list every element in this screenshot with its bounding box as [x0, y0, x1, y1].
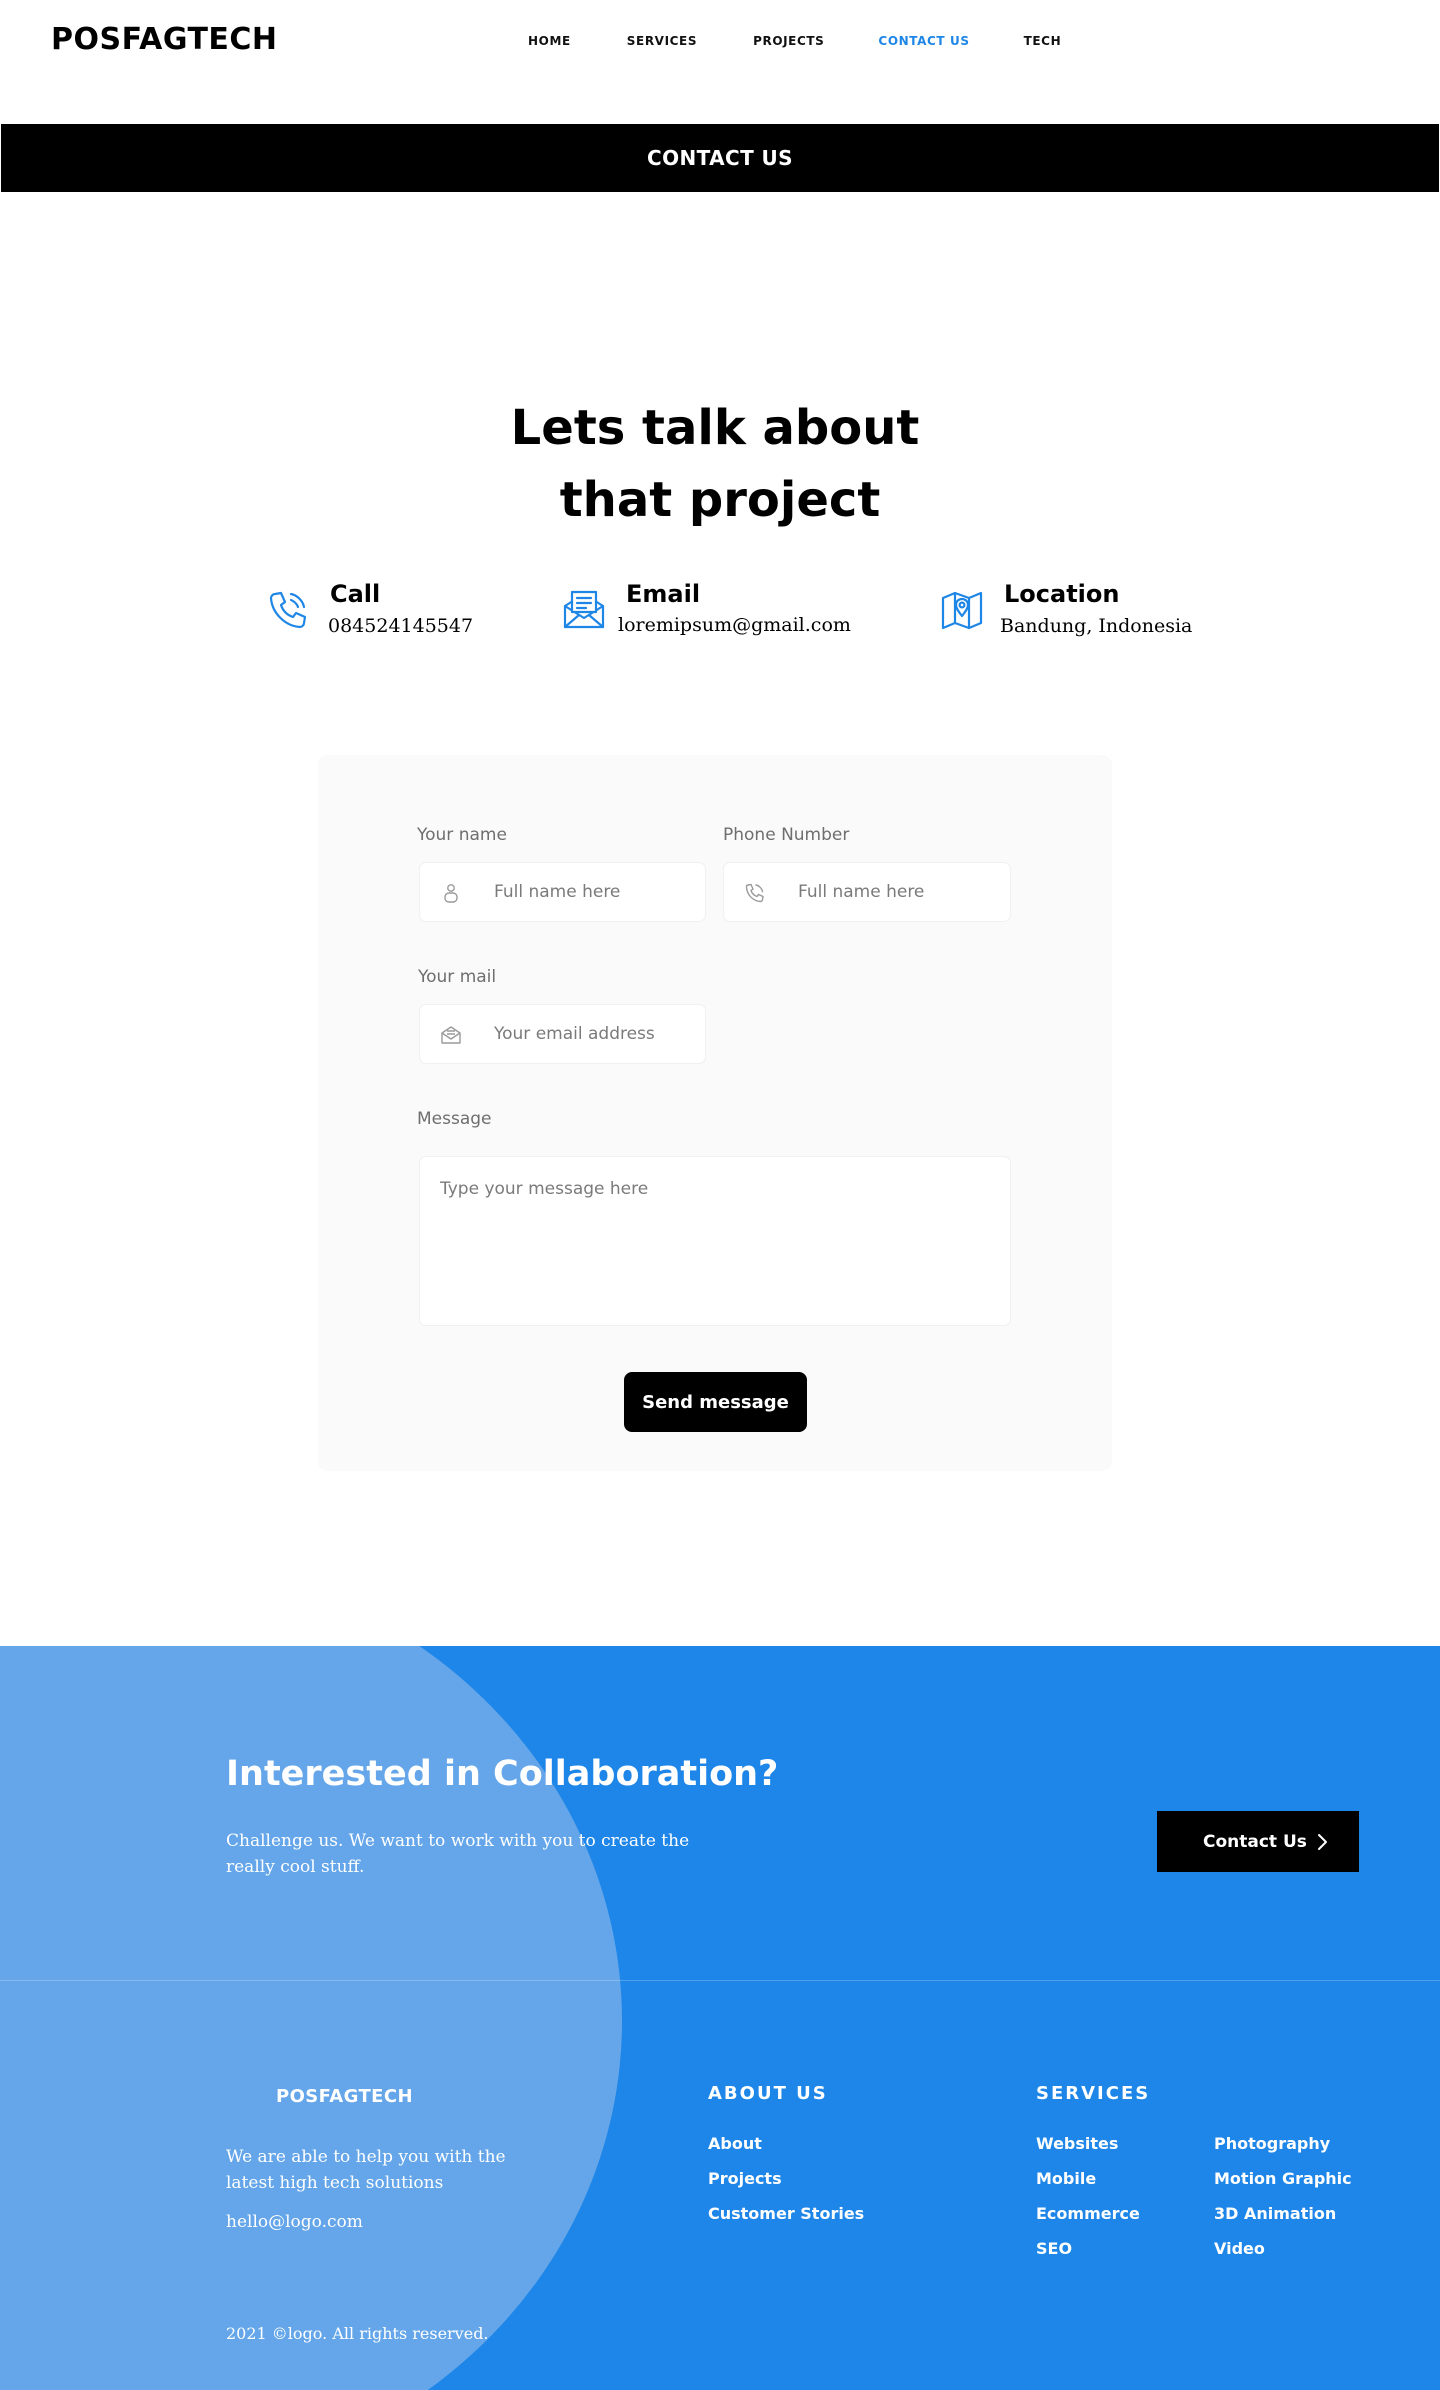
footer-link-projects[interactable]: Projects — [708, 2169, 782, 2188]
phone-field[interactable] — [724, 863, 1010, 921]
contact-us-button-label: Contact Us — [1203, 1831, 1307, 1852]
send-message-button[interactable]: Send message — [624, 1372, 807, 1432]
site-logo[interactable]: POSFAGTECH — [51, 22, 278, 57]
name-field-label: Your name — [417, 825, 507, 845]
page-title: Lets talk about that project — [0, 392, 1440, 536]
mail-icon — [441, 1026, 461, 1044]
footer-link-websites[interactable]: Websites — [1036, 2134, 1118, 2153]
footer-link-photography[interactable]: Photography — [1214, 2134, 1330, 2153]
phone-field-label: Phone Number — [723, 825, 850, 845]
name-field[interactable] — [420, 863, 705, 921]
mail-field-label: Your mail — [418, 967, 497, 987]
page-banner: CONTACT US — [1, 124, 1439, 192]
phone-input[interactable] — [798, 863, 998, 921]
message-field-label: Message — [417, 1109, 492, 1129]
collab-title: Interested in Collaboration? — [226, 1754, 779, 1794]
footer-copyright: 2021 ©logo. All rights reserved. — [226, 2324, 489, 2343]
message-field[interactable] — [420, 1157, 1010, 1325]
collab-text: Challenge us. We want to work with you t… — [226, 1831, 690, 1877]
footer-link-seo[interactable]: SEO — [1036, 2239, 1072, 2258]
nav-services[interactable]: SERVICES — [627, 34, 697, 48]
footer-link-about[interactable]: About — [708, 2134, 762, 2153]
call-value: 084524145547 — [328, 615, 474, 637]
email-label: Email — [626, 580, 701, 608]
name-input[interactable] — [494, 863, 694, 921]
message-textarea[interactable] — [420, 1157, 1010, 1325]
contact-us-button[interactable]: Contact Us — [1157, 1811, 1359, 1872]
mail-icon — [563, 590, 605, 629]
main-nav: HOME SERVICES PROJECTS CONTACT US TECH — [528, 34, 1061, 48]
chevron-right-icon — [1318, 1834, 1327, 1850]
mail-input[interactable] — [494, 1005, 694, 1063]
banner-title: CONTACT US — [647, 146, 793, 170]
footer-link-mobile[interactable]: Mobile — [1036, 2169, 1096, 2188]
footer-divider — [0, 1980, 1440, 1981]
email-value[interactable]: loremipsum@gmail.com — [618, 614, 851, 636]
footer-link-motion-graphic[interactable]: Motion Graphic — [1214, 2169, 1352, 2188]
nav-contact-us[interactable]: CONTACT US — [878, 34, 969, 48]
location-value: Bandung, Indonesia — [1000, 615, 1193, 637]
footer-services-heading: SERVICES — [1036, 2083, 1151, 2104]
footer-link-3d-animation[interactable]: 3D Animation — [1214, 2204, 1336, 2223]
footer-about-text: We are able to help you with the latest … — [226, 2147, 506, 2193]
map-pin-icon — [941, 591, 983, 630]
call-label: Call — [330, 580, 381, 608]
footer-logo[interactable]: POSFAGTECH — [276, 2086, 413, 2107]
title-line-2: that project — [559, 472, 881, 528]
phone-icon — [745, 883, 764, 903]
phone-icon — [269, 591, 307, 629]
contact-form: Your name Phone Number Your mail Message… — [318, 755, 1112, 1471]
user-icon — [444, 884, 458, 903]
location-label: Location — [1004, 580, 1120, 608]
footer-link-ecommerce[interactable]: Ecommerce — [1036, 2204, 1140, 2223]
nav-home[interactable]: HOME — [528, 34, 571, 48]
footer-email-link[interactable]: hello@logo.com — [226, 2212, 363, 2232]
mail-field[interactable] — [420, 1005, 705, 1063]
nav-tech[interactable]: TECH — [1024, 34, 1062, 48]
footer-link-customer-stories[interactable]: Customer Stories — [708, 2204, 864, 2223]
site-header: POSFAGTECH HOME SERVICES PROJECTS CONTAC… — [0, 0, 1440, 84]
nav-projects[interactable]: PROJECTS — [753, 34, 824, 48]
footer-about-heading: ABOUT US — [708, 2083, 828, 2104]
footer-link-video[interactable]: Video — [1214, 2239, 1265, 2258]
title-line-1: Lets talk about — [510, 400, 920, 456]
footer-section: Interested in Collaboration? Challenge u… — [0, 1646, 1440, 2390]
